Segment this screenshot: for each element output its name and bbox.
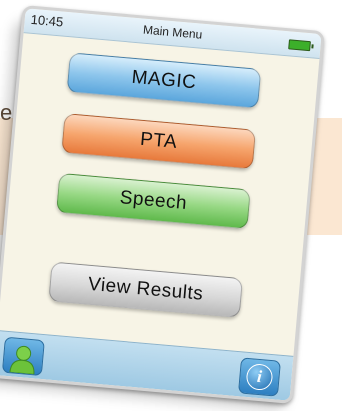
- info-icon: i: [245, 362, 274, 392]
- battery-icon: [288, 39, 311, 52]
- screen-title: Main Menu: [142, 22, 203, 42]
- view-results-button[interactable]: View Results: [48, 261, 244, 319]
- device-screen: 10:45 Main Menu MAGIC PTA Speech View Re…: [0, 5, 325, 404]
- bottom-bar: i: [0, 330, 294, 401]
- info-button[interactable]: i: [237, 357, 281, 397]
- speech-button[interactable]: Speech: [56, 172, 251, 230]
- user-icon: [9, 345, 35, 375]
- user-button[interactable]: [1, 336, 45, 377]
- status-bar: 10:45 Main Menu: [23, 8, 322, 60]
- pta-button[interactable]: PTA: [61, 113, 257, 170]
- magic-button[interactable]: MAGIC: [66, 52, 262, 109]
